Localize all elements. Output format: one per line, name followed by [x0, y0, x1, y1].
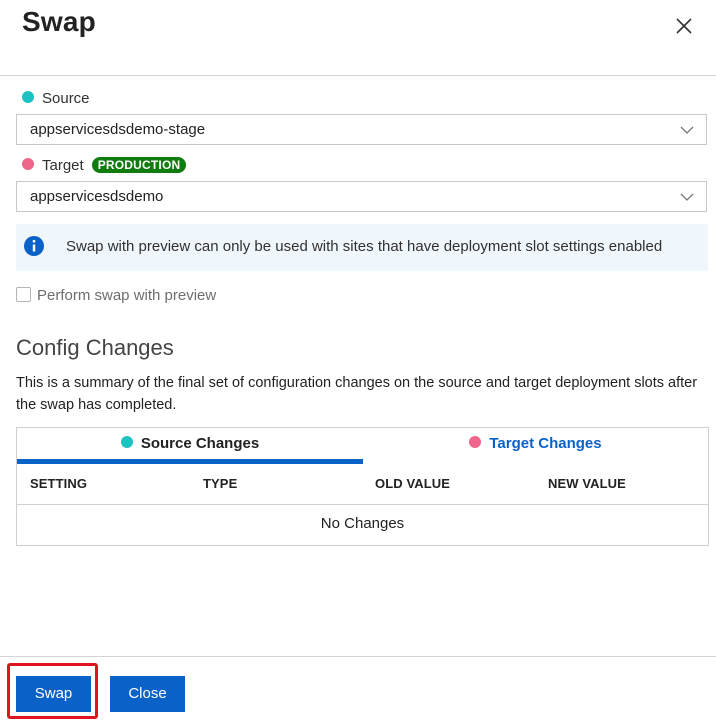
target-dot-icon	[22, 158, 34, 171]
config-changes-heading: Config Changes	[16, 335, 174, 360]
source-dot-icon	[22, 91, 34, 104]
empty-table-message: No Changes	[320, 515, 405, 532]
source-label-row: Source	[22, 90, 90, 107]
target-label-row: Target PRODUCTION	[22, 157, 187, 174]
target-slot-dropdown[interactable]: appservicesdsdemo	[16, 181, 707, 212]
info-message: Swap with preview can only be used with …	[66, 238, 663, 255]
tab-target-changes-label: Target Changes	[489, 435, 602, 452]
column-header-old-value: OLD VALUE	[375, 476, 451, 491]
target-dot-icon	[469, 436, 482, 449]
production-badge: PRODUCTION	[91, 157, 187, 173]
dialog-title: Swap	[22, 6, 96, 37]
source-slot-value: appservicesdsdemo-stage	[30, 121, 206, 138]
table-header-row: SETTING TYPE OLD VALUE NEW VALUE	[17, 464, 708, 505]
tab-target-changes[interactable]: Target Changes	[363, 428, 708, 464]
swap-preview-row[interactable]: Perform swap with preview	[16, 286, 217, 304]
info-icon	[24, 236, 44, 256]
swap-button[interactable]: Swap	[16, 676, 91, 712]
close-dialog-button[interactable]: Close	[110, 676, 185, 712]
column-header-type: TYPE	[203, 476, 238, 491]
swap-preview-label: Perform swap with preview	[37, 287, 217, 304]
header-divider	[0, 75, 716, 76]
source-label: Source	[42, 90, 90, 107]
source-slot-dropdown[interactable]: appservicesdsdemo-stage	[16, 114, 707, 145]
close-icon	[676, 18, 692, 34]
column-header-setting: SETTING	[30, 476, 88, 491]
source-dot-icon	[120, 436, 133, 449]
chevron-down-icon	[680, 126, 694, 134]
tab-source-changes-label: Source Changes	[140, 435, 260, 452]
target-slot-value: appservicesdsdemo	[30, 188, 164, 205]
info-banner: Swap with preview can only be used with …	[16, 224, 708, 271]
column-header-new-value: NEW VALUE	[548, 476, 626, 491]
swap-preview-checkbox[interactable]	[16, 286, 31, 302]
chevron-down-icon	[680, 193, 694, 201]
footer-divider	[0, 656, 716, 657]
config-changes-description: This is a summary of the final set of co…	[16, 375, 698, 413]
config-changes-table: Source Changes Target Changes SETTING TY…	[16, 427, 709, 546]
close-button[interactable]	[670, 12, 698, 40]
target-label: Target	[42, 157, 84, 174]
